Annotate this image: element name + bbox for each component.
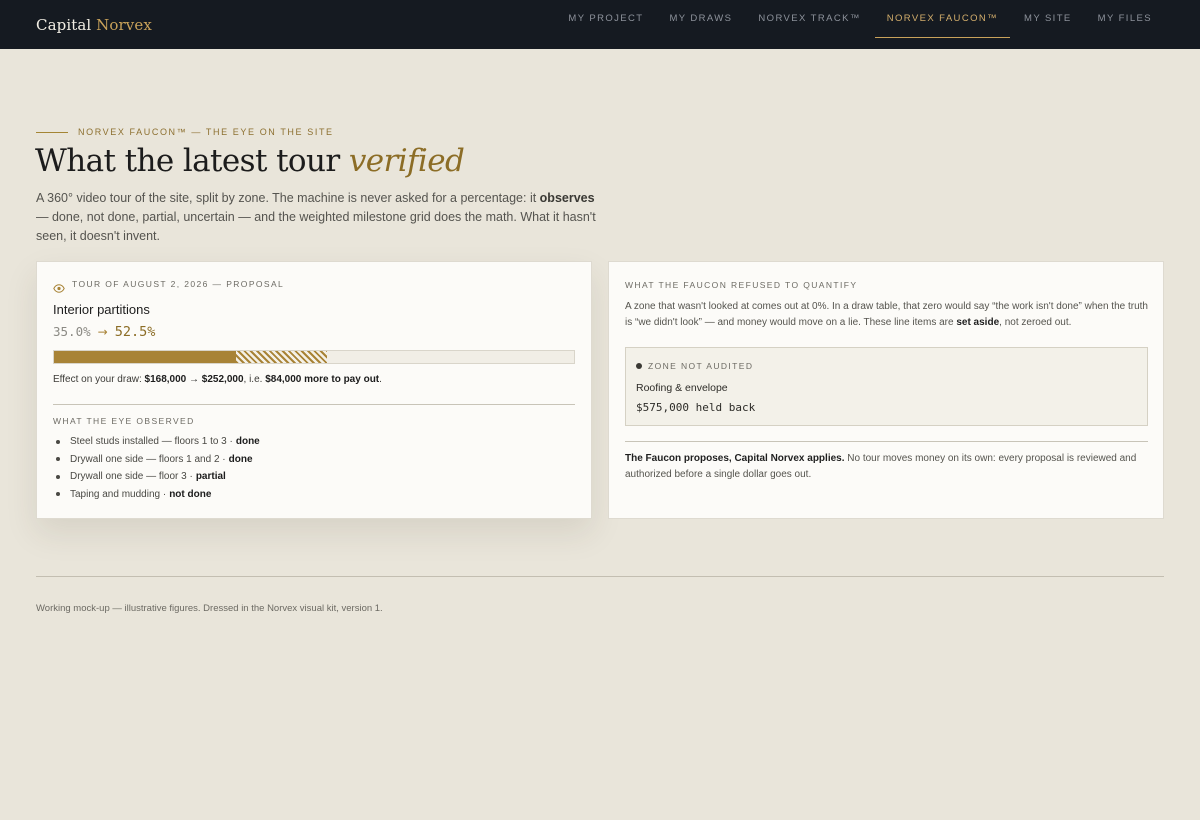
nav-my-project[interactable]: MY PROJECT [556,0,655,38]
observation-status: not done [169,488,212,500]
lead-text-start: A 360° video tour of the site, split by … [36,191,540,205]
list-item: Taping and mudding · not done [53,486,260,504]
observations-title: WHAT THE EYE OBSERVED [53,416,195,426]
list-item: Drywall one side — floor 3 · partial [53,468,260,486]
nav-norvex-faucon[interactable]: NORVEX FAUCON™ [874,0,1011,38]
eye-icon [53,280,65,293]
observation-status: done [228,453,253,465]
effect-more: $84,000 more to pay out [265,374,380,385]
arrow-right-icon: → [97,325,108,339]
footnote-bold: The Faucon proposes, Capital Norvex appl… [625,453,845,464]
effect-middle: , i.e. [243,374,266,385]
card-divider [53,404,575,405]
observation-text: Taping and mudding · [70,488,167,500]
top-navigation-bar: Capital Norvex MY PROJECT MY DRAWS NORVE… [0,0,1200,49]
hero-eyebrow: NORVEX FAUCON™ — THE EYE ON THE SITE [36,127,334,137]
nav-my-site[interactable]: MY SITE [1012,0,1084,38]
percent-change: 35.0% → 52.5% [53,324,155,340]
tour-proposal-card: TOUR OF AUGUST 2, 2026 — PROPOSAL Interi… [36,261,592,519]
nav-my-draws[interactable]: MY DRAWS [657,0,744,38]
bullet-icon [56,439,60,444]
brand-accent: Norvex [96,16,152,34]
observation-text: Steel studs installed — floors 1 to 3 · [70,436,233,447]
page-title: What the latest tour verified [35,143,465,179]
tour-header: TOUR OF AUGUST 2, 2026 — PROPOSAL [53,279,285,293]
draw-effect: Effect on your draw: $168,000 → $252,000… [53,374,382,385]
percent-after: 52.5% [114,324,156,340]
footer-divider [36,576,1164,577]
audit-label-text: ZONE NOT AUDITED [648,361,754,371]
progress-bar [53,350,575,364]
held-back-amount: $575,000 held back [636,401,756,414]
eyebrow-text: NORVEX FAUCON™ — THE EYE ON THE SITE [78,127,334,137]
effect-change: $168,000 → $252,000 [144,374,244,385]
zone-not-audited-box: ZONE NOT AUDITED Roofing & envelope $575… [625,347,1148,426]
audit-label: ZONE NOT AUDITED [636,361,753,371]
title-main: What the latest tour [35,143,349,179]
refused-title: WHAT THE FAUCON REFUSED TO QUANTIFY [625,280,858,290]
observation-text: Drywall one side — floor 3 · [70,471,193,482]
effect-prefix: Effect on your draw: [53,374,145,385]
card-divider [625,441,1148,442]
refused-text-end: , not zeroed out. [999,316,1072,328]
list-item: Steel studs installed — floors 1 to 3 · d… [53,433,260,451]
bullet-icon [56,457,60,462]
observation-status: partial [195,471,226,482]
observations-list: Steel studs installed — floors 1 to 3 · d… [53,433,260,503]
zone-name: Interior partitions [53,302,150,317]
tour-date-label: TOUR OF AUGUST 2, 2026 — PROPOSAL [72,279,285,289]
progress-confirmed [54,351,236,363]
brand-logo[interactable]: Capital Norvex [36,16,152,34]
effect-suffix: . [379,374,382,385]
observation-status: done [235,436,260,447]
bullet-icon [56,492,60,497]
observation-text: Drywall one side — floors 1 and 2 · [70,453,226,465]
nav-norvex-track[interactable]: NORVEX TRACK™ [746,0,872,38]
eyebrow-rule [36,131,68,133]
refused-text-bold: set aside [956,316,1000,328]
lead-text-end: — done, not done, partial, uncertain — a… [36,210,596,243]
list-item: Drywall one side — floors 1 and 2 · done [53,451,260,469]
brand-name: Capital [36,16,92,34]
title-emphasis: verified [348,143,465,179]
bullet-icon [56,474,60,479]
hero-lead: A 360° video tour of the site, split by … [36,189,596,246]
lead-bold: observes [539,191,595,205]
status-dot-icon [636,363,642,369]
refused-quantify-card: WHAT THE FAUCON REFUSED TO QUANTIFY A zo… [608,261,1164,519]
main-nav: MY PROJECT MY DRAWS NORVEX TRACK™ NORVEX… [554,0,1164,49]
nav-my-files[interactable]: MY FILES [1086,0,1164,38]
audit-zone-name: Roofing & envelope [636,382,728,394]
progress-proposed [236,351,327,363]
review-footnote: The Faucon proposes, Capital Norvex appl… [625,451,1150,483]
page-footer: Working mock-up — illustrative figures. … [36,603,383,614]
refused-explanation: A zone that wasn't looked at comes out a… [625,299,1150,330]
percent-before: 35.0% [53,324,91,339]
